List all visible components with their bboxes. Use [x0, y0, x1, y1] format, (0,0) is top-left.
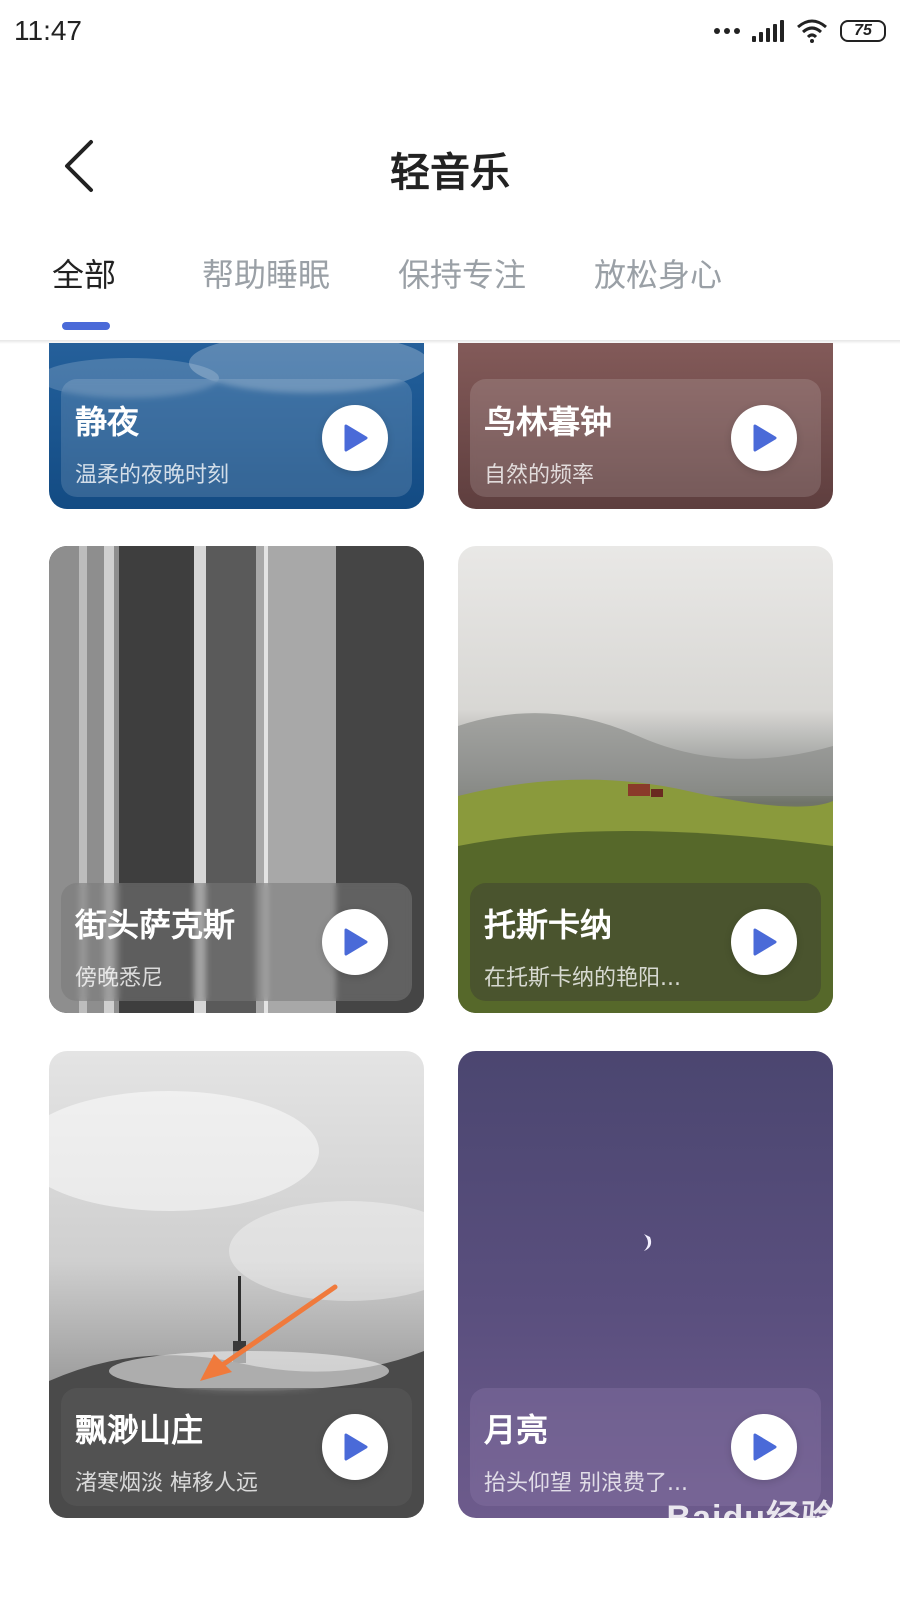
tab-bar: 全部 帮助睡眠 保持专注 放松身心 — [0, 250, 900, 342]
play-icon — [753, 1433, 777, 1461]
card-title: 鸟林暮钟 — [484, 403, 613, 441]
play-button[interactable] — [322, 909, 388, 975]
page-title: 轻音乐 — [390, 150, 510, 196]
status-icons: 75 — [714, 19, 886, 43]
header: 轻音乐 — [0, 100, 900, 240]
card-title: 月亮 — [484, 1411, 549, 1449]
music-card-niaolin[interactable]: 鸟林暮钟 自然的频率 — [458, 343, 833, 509]
tab-active-indicator — [62, 322, 110, 330]
tab-relax[interactable]: 放松身心 — [594, 250, 722, 296]
play-icon — [344, 1433, 368, 1461]
wifi-icon — [797, 19, 827, 43]
music-card-street-sax[interactable]: 街头萨克斯 傍晚悉尼 — [49, 546, 424, 1013]
status-time: 11:47 — [14, 15, 82, 46]
card-subtitle: 自然的频率 — [484, 463, 595, 488]
music-card-piaomiao[interactable]: 飘渺山庄 渚寒烟淡 棹移人远 — [49, 1051, 424, 1518]
music-grid: 静夜 温柔的夜晚时刻 鸟林暮钟 自然的频率 街头萨克斯 傍晚悉尼 托斯卡纳 在托… — [0, 343, 900, 1600]
card-title: 静夜 — [75, 403, 140, 441]
play-icon — [344, 424, 368, 452]
card-subtitle: 在托斯卡纳的艳阳... — [484, 966, 681, 991]
play-button[interactable] — [322, 405, 388, 471]
battery-icon: 75 — [840, 20, 886, 42]
card-subtitle: 渚寒烟淡 棹移人远 — [75, 1471, 258, 1496]
card-subtitle: 抬头仰望 别浪费了... — [484, 1471, 688, 1496]
watermark-sub: jingyan.baidu.com — [690, 1539, 836, 1559]
tab-all[interactable]: 全部 — [52, 250, 116, 296]
status-bar: 11:47 75 — [0, 0, 900, 62]
play-icon — [753, 424, 777, 452]
play-button[interactable] — [731, 1414, 797, 1480]
more-dots-icon — [714, 28, 740, 34]
screen: 11:47 75 轻音乐 全部 帮助睡眠 保持专注 放松身心 静夜 温柔的夜晚时… — [0, 0, 900, 1600]
music-card-tuscany[interactable]: 托斯卡纳 在托斯卡纳的艳阳... — [458, 546, 833, 1013]
watermark: Baidu经验 jingyan.baidu.com — [667, 1490, 836, 1560]
card-title: 街头萨克斯 — [75, 906, 236, 944]
card-title: 飘渺山庄 — [75, 1411, 204, 1449]
play-icon — [344, 928, 368, 956]
music-card-moon[interactable]: 月亮 抬头仰望 别浪费了... — [458, 1051, 833, 1518]
tab-keep-focus[interactable]: 保持专注 — [398, 250, 526, 296]
watermark-main: Baidu经验 — [666, 1499, 836, 1537]
music-card-jingye[interactable]: 静夜 温柔的夜晚时刻 — [49, 343, 424, 509]
play-button[interactable] — [322, 1414, 388, 1480]
card-subtitle: 温柔的夜晚时刻 — [75, 463, 230, 488]
tab-help-sleep[interactable]: 帮助睡眠 — [202, 250, 330, 296]
play-button[interactable] — [731, 405, 797, 471]
card-title: 托斯卡纳 — [484, 906, 613, 944]
play-button[interactable] — [731, 909, 797, 975]
card-subtitle: 傍晚悉尼 — [75, 966, 164, 991]
play-icon — [753, 928, 777, 956]
signal-icon — [752, 20, 784, 42]
